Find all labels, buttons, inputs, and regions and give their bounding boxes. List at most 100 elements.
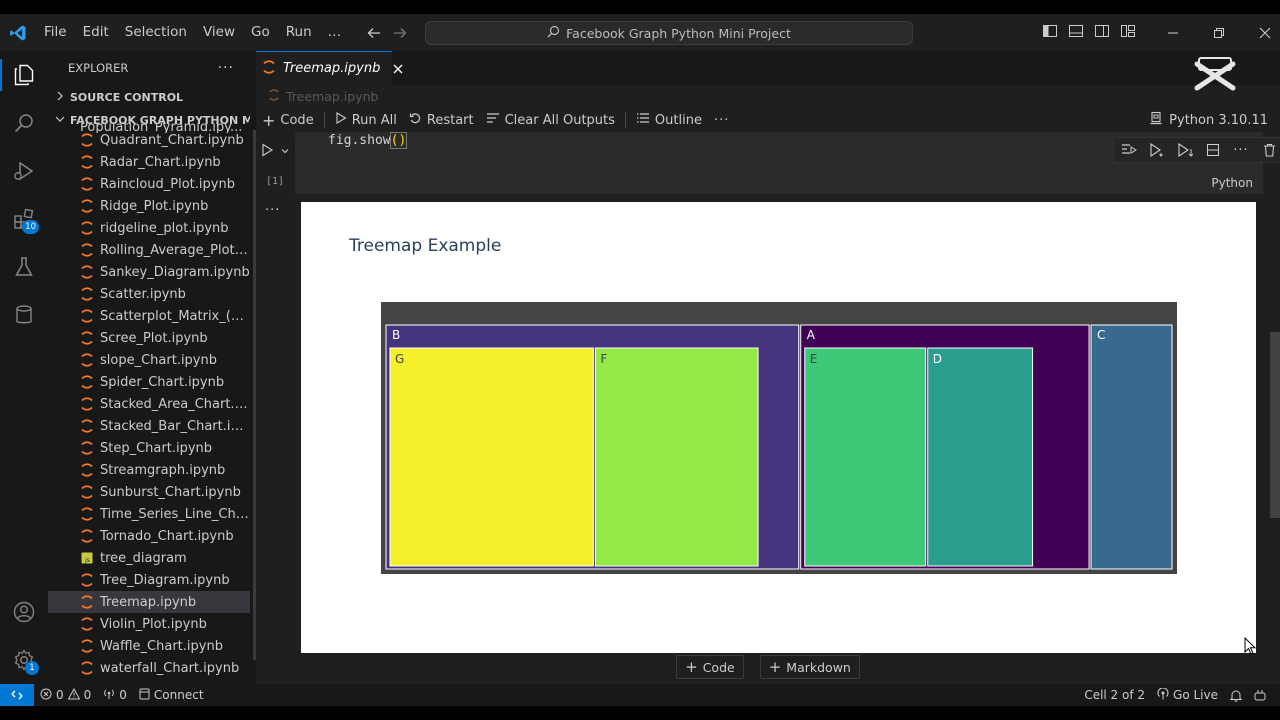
run-and-debug-icon[interactable] xyxy=(0,147,48,195)
restore-icon[interactable] xyxy=(1196,14,1242,51)
notifications-bell-icon[interactable] xyxy=(1224,684,1248,706)
file-name: slope_Chart.ipynb xyxy=(100,352,217,368)
treemap-tile[interactable] xyxy=(804,347,927,567)
explorer-more-actions[interactable]: ··· xyxy=(218,60,234,76)
file-item[interactable]: Stacked_Bar_Chart.ipynb xyxy=(48,415,250,437)
code-cell[interactable]: fig.show() ··· Python xyxy=(295,132,1280,194)
file-item[interactable]: Radar_Chart.ipynb xyxy=(48,151,250,173)
execute-cell-and-below-icon[interactable] xyxy=(1146,139,1168,161)
add-markdown-label: Markdown xyxy=(786,659,851,675)
file-item[interactable]: slope_Chart.ipynb xyxy=(48,349,250,371)
file-item[interactable]: Scatter.ipynb xyxy=(48,283,250,305)
copilot-status-icon[interactable] xyxy=(1248,684,1272,706)
file-item[interactable]: Step_Chart.ipynb xyxy=(48,437,250,459)
file-item[interactable]: Streamgraph.ipynb xyxy=(48,459,250,481)
file-item[interactable]: js tree_diagram xyxy=(48,547,250,569)
close-window-icon[interactable] xyxy=(1242,14,1280,51)
source-control-section[interactable]: SOURCE CONTROL xyxy=(48,86,250,108)
file-item[interactable]: Violin_Plot.ipynb xyxy=(48,613,250,635)
account-icon[interactable] xyxy=(0,588,48,636)
file-item[interactable]: Ridge_Plot.ipynb xyxy=(48,195,250,217)
add-markdown-cell-button[interactable]: + Markdown xyxy=(759,655,860,679)
command-center[interactable]: Facebook Graph Python Mini Project xyxy=(425,21,913,45)
treemap-tile[interactable] xyxy=(594,347,759,567)
file-item[interactable]: Scree_Plot.ipynb xyxy=(48,327,250,349)
play-icon xyxy=(335,112,347,128)
file-item[interactable]: Time_Series_Line_Chart.... xyxy=(48,503,250,525)
file-item[interactable]: Tornado_Chart.ipynb xyxy=(48,525,250,547)
notebook-icon xyxy=(80,573,94,587)
customize-layout-icon[interactable] xyxy=(1120,23,1136,43)
file-item[interactable]: Raincloud_Plot.ipynb xyxy=(48,173,250,195)
file-item[interactable]: Sankey_Diagram.ipynb xyxy=(48,261,250,283)
clear-all-outputs-button[interactable]: Clear All Outputs xyxy=(480,107,621,133)
execute-above-icon[interactable] xyxy=(1118,139,1140,161)
restart-button[interactable]: Restart xyxy=(403,107,480,133)
remote-indicator-icon[interactable] xyxy=(0,684,34,706)
file-item[interactable]: Spider_Chart.ipynb xyxy=(48,371,250,393)
search-icon[interactable] xyxy=(0,99,48,147)
menu-run[interactable]: Run xyxy=(278,14,320,51)
menu-view[interactable]: View xyxy=(195,14,243,51)
explorer-icon[interactable] xyxy=(0,51,48,99)
file-name: Scree_Plot.ipynb xyxy=(100,330,208,346)
run-cell-icon[interactable] xyxy=(260,143,274,161)
connect-button[interactable]: Connect xyxy=(133,684,210,706)
add-code-cell-button[interactable]: + Code xyxy=(676,655,744,679)
ports-indicator[interactable]: 0 xyxy=(97,684,133,706)
database-icon[interactable] xyxy=(0,291,48,339)
breadcrumb-file[interactable]: Treemap.ipynb xyxy=(286,89,378,104)
problems-indicator[interactable]: 0 0 xyxy=(34,684,97,706)
file-item[interactable]: Sunburst_Chart.ipynb xyxy=(48,481,250,503)
back-arrow-icon[interactable] xyxy=(366,25,382,41)
toggle-secondary-sidebar-icon[interactable] xyxy=(1094,23,1110,43)
minimize-icon[interactable] xyxy=(1150,14,1196,51)
outline-button[interactable]: Outline xyxy=(630,107,708,133)
chevron-down-icon[interactable] xyxy=(280,145,290,160)
go-live-button[interactable]: Go Live xyxy=(1151,684,1224,706)
menu-file[interactable]: File xyxy=(36,14,75,51)
toolbar-more-button[interactable]: ··· xyxy=(708,107,735,133)
menu-more[interactable]: … xyxy=(320,14,350,51)
tab-treemap[interactable]: Treemap.ipynb xyxy=(256,51,403,85)
close-icon[interactable] xyxy=(393,61,403,77)
menu-go[interactable]: Go xyxy=(243,14,278,51)
toggle-panel-icon[interactable] xyxy=(1068,23,1084,43)
output-more-button[interactable]: ··· xyxy=(265,203,280,218)
treemap-tile[interactable] xyxy=(389,347,594,567)
cell-position-indicator[interactable]: Cell 2 of 2 xyxy=(1078,684,1151,706)
cell-more-icon[interactable]: ··· xyxy=(1230,139,1252,161)
menu-selection[interactable]: Selection xyxy=(117,14,195,51)
restart-icon xyxy=(409,112,422,129)
menu-edit[interactable]: Edit xyxy=(75,14,117,51)
add-code-cell-button[interactable]: + Code xyxy=(256,107,320,133)
testing-flask-icon[interactable] xyxy=(0,243,48,291)
settings-gear-icon[interactable]: 1 xyxy=(0,636,48,684)
file-item[interactable]: Treemap.ipynb xyxy=(48,591,250,613)
forward-arrow-icon[interactable] xyxy=(392,25,408,41)
trash-icon[interactable] xyxy=(1258,139,1280,161)
extensions-icon[interactable]: 10 xyxy=(0,195,48,243)
notebook-toolbar: + Code Run All Restart Clear All Outputs xyxy=(256,107,1280,133)
file-item[interactable]: Tree_Diagram.ipynb xyxy=(48,569,250,591)
file-item[interactable]: waterfall_Chart.ipynb xyxy=(48,657,250,679)
execute-below-icon[interactable] xyxy=(1174,139,1196,161)
kernel-picker[interactable]: Python 3.10.11 xyxy=(1149,107,1268,133)
editor-scrollbar[interactable] xyxy=(1270,332,1280,518)
file-item[interactable]: Stacked_Area_Chart.ipy... xyxy=(48,393,250,415)
treemap-tile[interactable] xyxy=(1090,324,1173,570)
treemap-chart[interactable]: BG F AE D C xyxy=(381,302,1177,574)
file-item[interactable]: Waffle_Chart.ipynb xyxy=(48,635,250,657)
add-cell-bar: + Code + Markdown xyxy=(256,655,1280,679)
treemap-tile[interactable] xyxy=(927,347,1034,567)
cell-language[interactable]: Python xyxy=(1211,176,1253,190)
file-item[interactable]: Rolling_Average_Plot.ip... xyxy=(48,239,250,261)
file-item[interactable]: ridgeline_plot.ipynb xyxy=(48,217,250,239)
split-cell-icon[interactable] xyxy=(1202,139,1224,161)
run-all-button[interactable]: Run All xyxy=(329,107,403,133)
file-item[interactable]: Quadrant_Chart.ipynb xyxy=(48,129,250,151)
toggle-primary-sidebar-icon[interactable] xyxy=(1042,23,1058,43)
svg-text:js: js xyxy=(84,557,90,564)
file-item[interactable]: Scatterplot_Matrix_(SPL... xyxy=(48,305,250,327)
list-icon xyxy=(636,112,650,128)
